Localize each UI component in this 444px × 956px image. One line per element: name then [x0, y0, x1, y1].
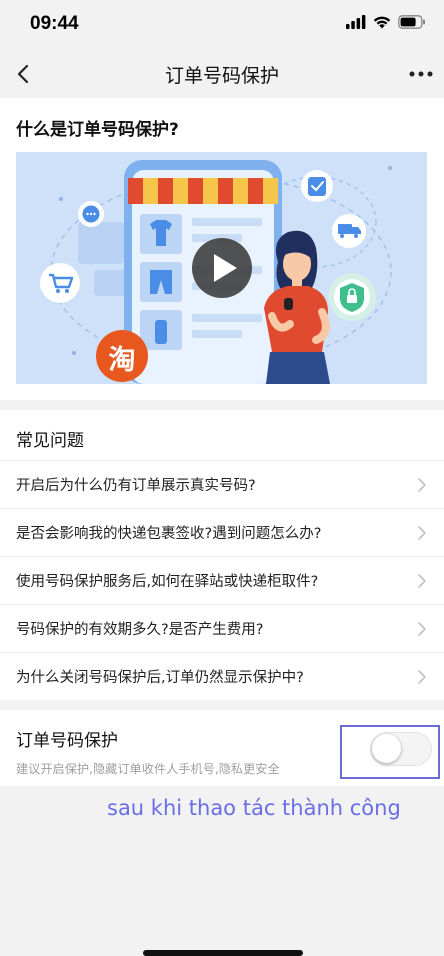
- chevron-right-icon: [418, 478, 426, 492]
- faq-section: 常见问题 开启后为什么仍有订单展示真实号码? 是否会影响我的快递包裹签收?遇到问…: [0, 410, 444, 700]
- faq-item[interactable]: 是否会影响我的快递包裹签收?遇到问题怎么办?: [0, 508, 444, 556]
- chevron-right-icon: [418, 622, 426, 636]
- nav-bar: 订单号码保护: [0, 50, 444, 98]
- home-indicator: [143, 950, 303, 956]
- faq-item-label: 为什么关闭号码保护后,订单仍然显示保护中?: [16, 670, 304, 686]
- faq-item-label: 开启后为什么仍有订单展示真实号码?: [16, 478, 256, 494]
- faq-heading: 常见问题: [16, 431, 84, 451]
- protection-setting: 订单号码保护 建议开启保护,隐藏订单收件人手机号,隐私更安全: [0, 710, 444, 786]
- toggle-knob: [372, 734, 401, 763]
- faq-item[interactable]: 使用号码保护服务后,如何在驿站或快递柜取件?: [0, 556, 444, 604]
- taobao-logo: 淘: [108, 345, 136, 376]
- faq-item-label: 是否会影响我的快递包裹签收?遇到问题怎么办?: [16, 526, 322, 542]
- status-bar: 09:44: [0, 0, 444, 50]
- protection-toggle[interactable]: [370, 732, 432, 766]
- annotation-caption: sau khi thao tác thành công: [107, 796, 401, 820]
- battery-icon: [398, 15, 425, 29]
- chevron-right-icon: [418, 526, 426, 540]
- faq-item[interactable]: 为什么关闭号码保护后,订单仍然显示保护中?: [0, 652, 444, 700]
- more-options-icon[interactable]: [408, 62, 434, 86]
- page-title: 订单号码保护: [164, 65, 279, 87]
- protection-description: 建议开启保护,隐藏订单收件人手机号,隐私更安全: [16, 762, 280, 776]
- intro-video[interactable]: 淘: [16, 152, 427, 384]
- protection-title: 订单号码保护: [16, 731, 118, 751]
- chevron-right-icon: [418, 574, 426, 588]
- faq-item[interactable]: 开启后为什么仍有订单展示真实号码?: [0, 460, 444, 508]
- intro-heading: 什么是订单号码保护?: [16, 120, 179, 140]
- chevron-right-icon: [418, 670, 426, 684]
- wifi-icon: [373, 16, 391, 29]
- faq-item[interactable]: 号码保护的有效期多久?是否产生费用?: [0, 604, 444, 652]
- faq-list: 开启后为什么仍有订单展示真实号码? 是否会影响我的快递包裹签收?遇到问题怎么办?…: [0, 460, 444, 700]
- status-icons: [346, 15, 426, 29]
- faq-item-label: 号码保护的有效期多久?是否产生费用?: [16, 622, 264, 638]
- status-time: 09:44: [30, 13, 79, 34]
- intro-section: 什么是订单号码保护? 淘: [0, 98, 444, 400]
- signal-icon: [346, 15, 366, 29]
- faq-item-label: 使用号码保护服务后,如何在驿站或快递柜取件?: [16, 574, 319, 590]
